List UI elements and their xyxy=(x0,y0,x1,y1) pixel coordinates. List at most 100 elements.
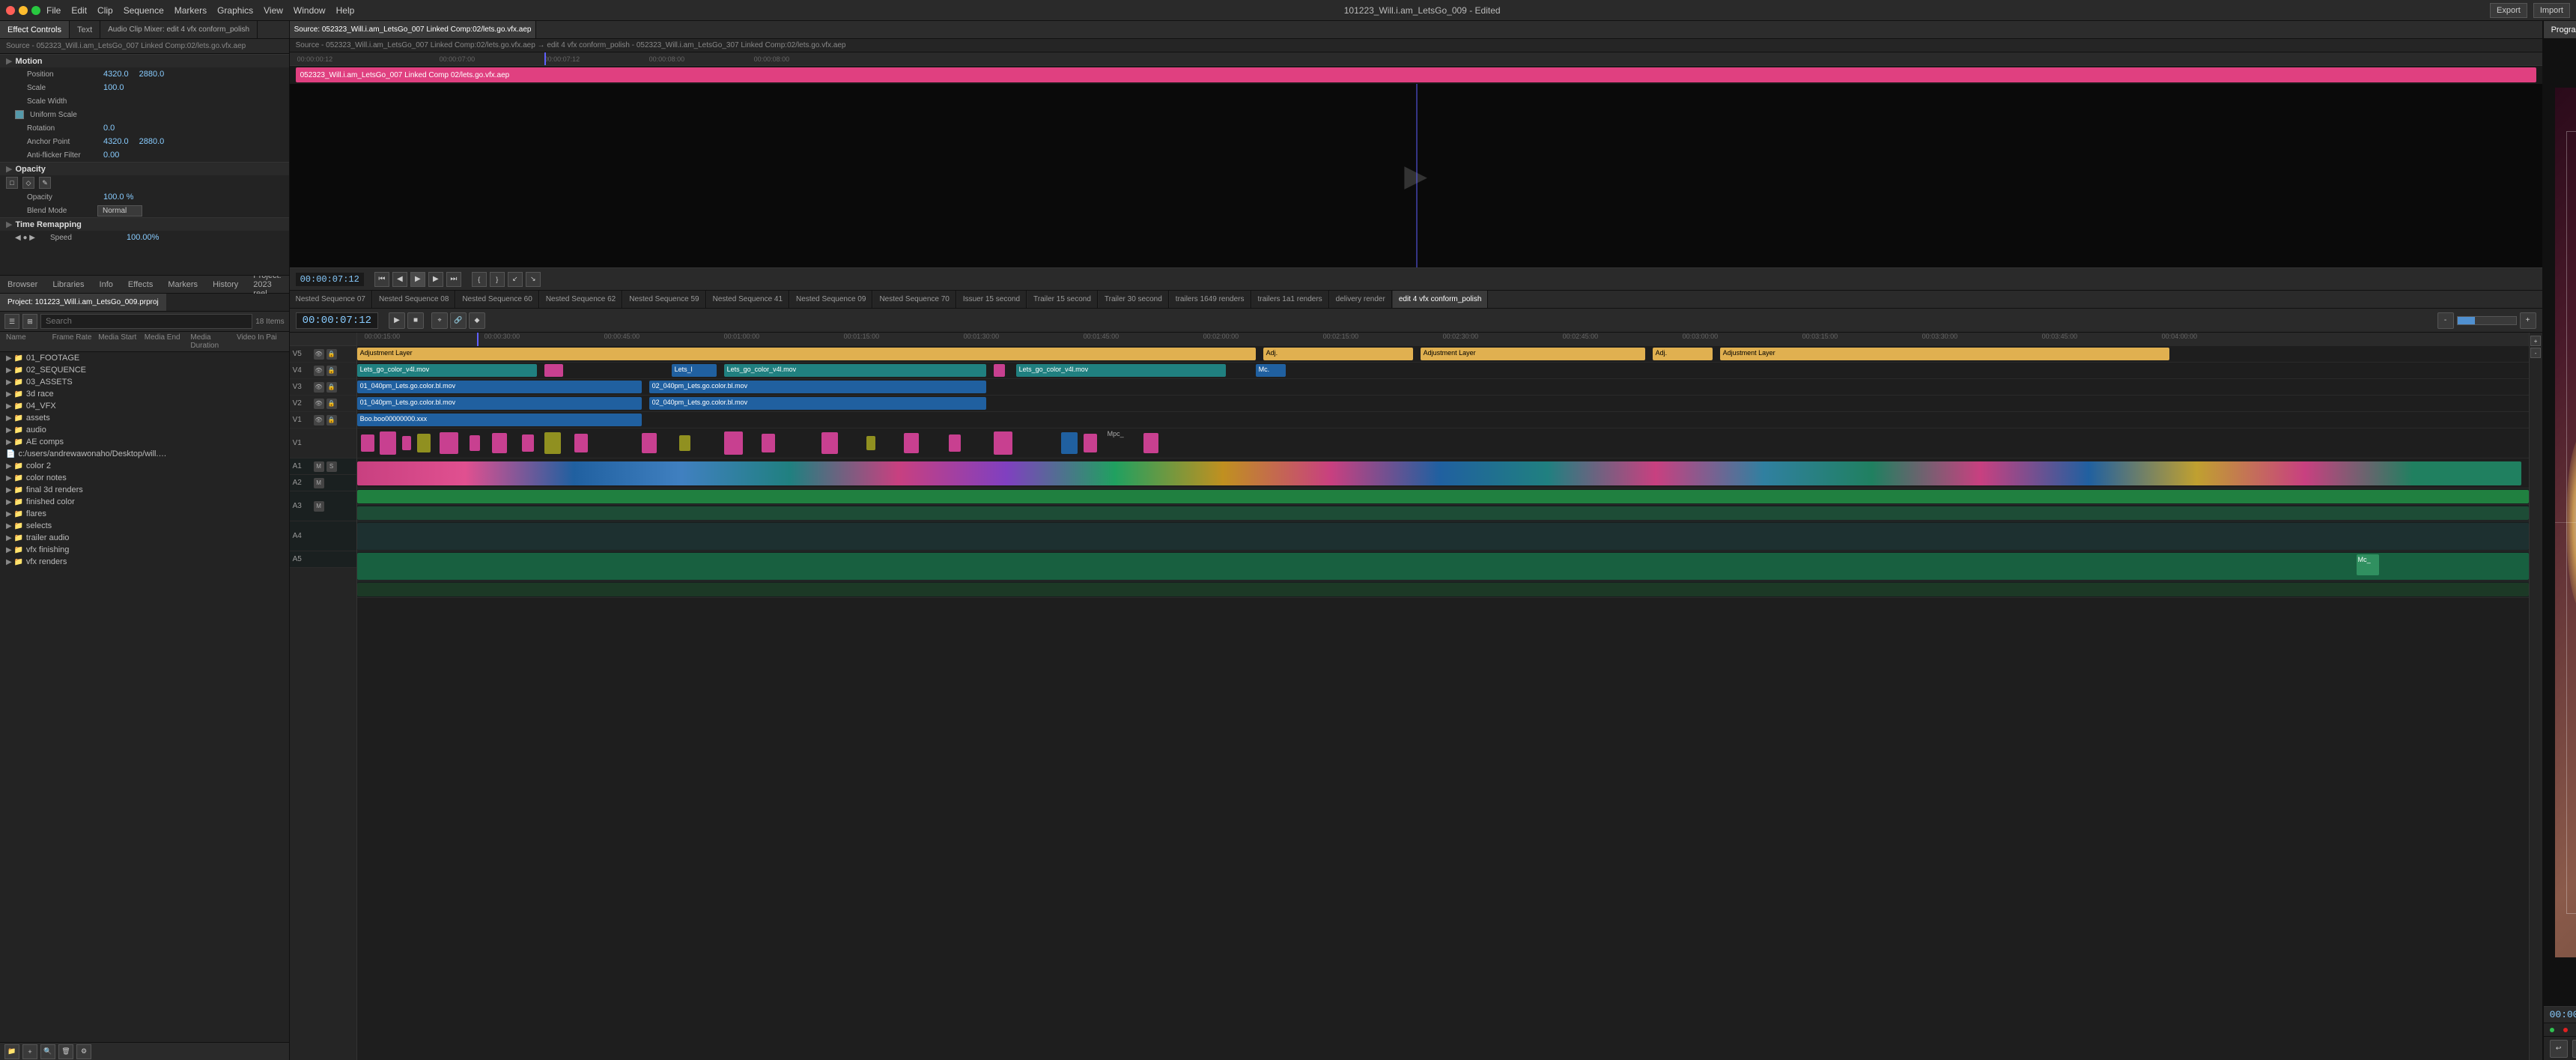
clip-small-20[interactable] xyxy=(1061,432,1078,454)
delete-button[interactable]: 🗑 xyxy=(58,1044,73,1059)
track-v2-eye[interactable]: 👁 xyxy=(314,399,324,409)
file-row-1[interactable]: ▶ 📁02_SEQUENCE xyxy=(0,364,289,376)
file-row-0[interactable]: ▶ 📁01_FOOTAGE xyxy=(0,352,289,364)
clip-small-11[interactable] xyxy=(642,433,657,453)
icon-view-button[interactable]: ⊞ xyxy=(22,314,37,329)
seq-tab-8[interactable]: Issuer 15 second xyxy=(957,291,1027,308)
track-v1-eye[interactable]: 👁 xyxy=(314,415,324,425)
tl-marker-btn[interactable]: ◆ xyxy=(469,312,485,329)
tl-snap-btn[interactable]: ⌖ xyxy=(431,312,448,329)
clip-audio-keyframe[interactable]: Mc_ xyxy=(2357,554,2379,575)
clip-small-15[interactable] xyxy=(821,432,838,454)
seq-tab-12[interactable]: trailers 1a1 renders xyxy=(1252,291,1329,308)
opacity-icon-3[interactable]: ✎ xyxy=(39,177,51,189)
track-main-bar[interactable] xyxy=(357,461,2521,485)
anchor-x[interactable]: 4320.0 xyxy=(103,137,129,146)
clip-audio-2[interactable] xyxy=(357,506,2529,520)
source-timecode[interactable]: 00:00:07:12 xyxy=(296,273,364,286)
blend-mode-dropdown[interactable]: Normal xyxy=(97,205,142,216)
tl-btn-stop[interactable]: ■ xyxy=(407,312,424,329)
export-button[interactable]: Export xyxy=(2490,3,2527,18)
tab-markers[interactable]: Markers xyxy=(160,276,205,293)
find-button[interactable]: 🔍 xyxy=(40,1044,55,1059)
position-y[interactable]: 2880.0 xyxy=(139,70,165,79)
clip-lets-go-color-2[interactable]: Lets_go_color_v4l.mov xyxy=(724,364,986,377)
program-timecode[interactable]: 00:00:07:12 xyxy=(2550,1009,2576,1020)
file-row-14[interactable]: ▶ 📁selects xyxy=(0,520,289,532)
timeline-tracks[interactable]: 00:00:15:00 00:00:30:00 00:00:45:00 00:0… xyxy=(357,333,2529,1060)
file-row-9[interactable]: ▶ 📁color 2 xyxy=(0,460,289,472)
seq-tab-2[interactable]: Nested Sequence 60 xyxy=(456,291,538,308)
clip-small-18[interactable] xyxy=(949,434,961,452)
clip-small-19[interactable] xyxy=(994,431,1012,455)
seq-tab-3[interactable]: Nested Sequence 62 xyxy=(540,291,622,308)
import-button[interactable]: Import xyxy=(2533,3,2570,18)
clip-small-4[interactable] xyxy=(417,434,431,452)
clip-audio-3[interactable] xyxy=(357,523,2529,550)
tab-browser[interactable]: Browser xyxy=(0,276,45,293)
opacity-value[interactable]: 100.0 % xyxy=(103,193,133,202)
clip-adjustment-layer-4[interactable]: Adj. xyxy=(1653,348,1713,360)
tl-zoom-in[interactable]: + xyxy=(2520,312,2536,329)
tab-audio-clip-mixer[interactable]: Audio Clip Mixer: edit 4 vfx conform_pol… xyxy=(100,21,258,38)
clip-small-7[interactable] xyxy=(492,433,507,453)
file-row-5[interactable]: ▶ 📁assets xyxy=(0,412,289,424)
tab-project-active[interactable]: Project: 101223_Will.i.am_LetsGo_009.prp… xyxy=(0,294,166,311)
track-v3-eye[interactable]: 👁 xyxy=(314,382,324,393)
clip-audio-4[interactable] xyxy=(357,553,2529,580)
track-v2-lock[interactable]: 🔒 xyxy=(326,399,337,409)
clip-linked-comp-2[interactable]: 02_040pm_Lets.go.color.bl.mov xyxy=(649,381,986,393)
btn-mark-in[interactable]: { xyxy=(472,272,487,287)
file-row-16[interactable]: ▶ 📁vfx finishing xyxy=(0,544,289,556)
file-row-7[interactable]: ▶ 📁AE comps xyxy=(0,436,289,448)
clip-small-3[interactable] xyxy=(402,436,411,451)
clip-audio-5[interactable] xyxy=(357,583,2529,596)
menu-item-file[interactable]: File xyxy=(46,5,61,16)
track-a3-mute[interactable]: M xyxy=(314,501,324,512)
tab-program-monitor[interactable]: Program: edit 4 vfx conform_polish xyxy=(2544,21,2576,38)
btn-mark-out[interactable]: } xyxy=(490,272,505,287)
clip-small-17[interactable] xyxy=(904,433,919,453)
browser-search-input[interactable] xyxy=(40,314,252,329)
file-row-17[interactable]: ▶ 📁vfx renders xyxy=(0,556,289,568)
seq-tab-14[interactable]: edit 4 vfx conform_polish xyxy=(1393,291,1489,308)
minimize-button[interactable] xyxy=(19,6,28,15)
clip-lets-go-color-3[interactable]: Lets_go_color_v4l.mov xyxy=(1016,364,1226,377)
anti-flicker-value[interactable]: 0.00 xyxy=(103,151,119,160)
clip-adjustment-layer-1[interactable]: Adjustment Layer xyxy=(357,348,1256,360)
menu-item-graphics[interactable]: Graphics xyxy=(217,5,253,16)
prog-btn-loop[interactable]: ↩ xyxy=(2550,1040,2568,1058)
clip-small-6[interactable] xyxy=(470,435,480,451)
file-row-2[interactable]: ▶ 📁03_ASSETS xyxy=(0,376,289,388)
file-row-13[interactable]: ▶ 📁flares xyxy=(0,508,289,520)
seq-tab-11[interactable]: trailers 1649 renders xyxy=(1170,291,1251,308)
clip-small-22[interactable] xyxy=(1143,433,1158,453)
rotation-value[interactable]: 0.0 xyxy=(103,124,115,133)
uniform-scale-checkbox[interactable] xyxy=(15,110,24,119)
tab-libraries[interactable]: Libraries xyxy=(45,276,91,293)
btn-step-fwd[interactable]: ▶ xyxy=(428,272,443,287)
track-v3-lock[interactable]: 🔒 xyxy=(326,382,337,393)
file-row-3[interactable]: ▶ 📁3d race xyxy=(0,388,289,400)
track-a1-solo[interactable]: S xyxy=(326,461,337,472)
list-view-button[interactable]: ☰ xyxy=(4,314,19,329)
clip-linked-comp-v2-1[interactable]: 01_040pm_Lets.go.color.bl.mov xyxy=(357,397,642,410)
menu-item-view[interactable]: View xyxy=(264,5,283,16)
clip-blue-1[interactable]: Lets_l xyxy=(672,364,717,377)
tab-source[interactable]: Source: 052323_Will.i.am_LetsGo_007 Link… xyxy=(290,21,537,38)
clip-small-21[interactable] xyxy=(1084,434,1097,452)
opacity-icon-1[interactable]: □ xyxy=(6,177,18,189)
btn-play-stop[interactable]: ▶ xyxy=(410,272,425,287)
clip-adjustment-layer-3[interactable]: Adjustment Layer xyxy=(1421,348,1645,360)
tl-edge-btn-2[interactable]: - xyxy=(2530,348,2541,358)
new-item-button[interactable]: + xyxy=(22,1044,37,1059)
clip-small-8[interactable] xyxy=(522,434,534,452)
file-row-8[interactable]: 📄c:/users/andrewawonaho/Desktop/will.i.a… xyxy=(0,448,289,460)
position-x[interactable]: 4320.0 xyxy=(103,70,129,79)
track-v5-lock[interactable]: 🔒 xyxy=(326,349,337,360)
clip-lets-go-color-1[interactable]: Lets_go_color_v4l.mov xyxy=(357,364,537,377)
btn-step-back[interactable]: ◀ xyxy=(392,272,407,287)
new-bin-button[interactable]: 📁 xyxy=(4,1044,19,1059)
clip-small-pink-2[interactable] xyxy=(994,364,1005,377)
file-row-12[interactable]: ▶ 📁finished color xyxy=(0,496,289,508)
